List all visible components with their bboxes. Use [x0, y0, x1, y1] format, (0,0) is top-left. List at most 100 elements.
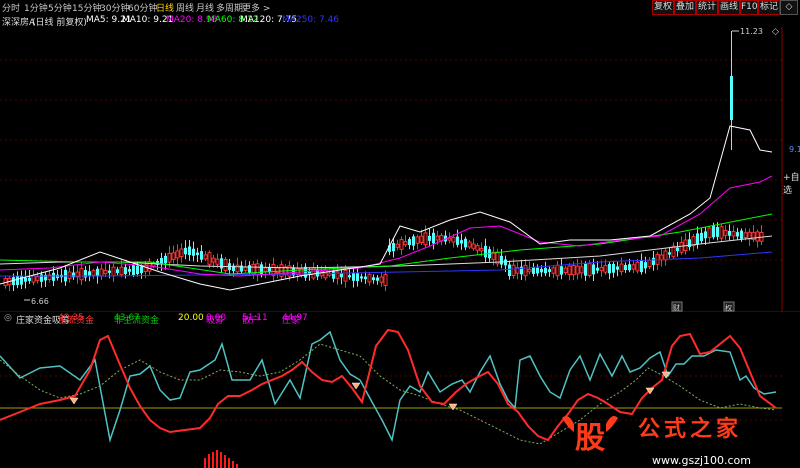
candle-body: [619, 263, 624, 273]
candle-body: [235, 264, 240, 273]
candle-body: [275, 267, 280, 274]
tab-fenshi[interactable]: 分时: [2, 1, 20, 14]
candle-body: [67, 271, 72, 279]
candle-body: [544, 267, 547, 274]
candle-body: [504, 259, 507, 266]
candle-body: [171, 252, 176, 260]
tab-more[interactable]: 更多 >: [242, 1, 270, 14]
candle-body: [260, 264, 263, 275]
fuquan-button[interactable]: 复权: [652, 0, 674, 15]
current-price-label: 9.1: [789, 145, 800, 154]
candle-body: [467, 241, 472, 248]
candle-body: [579, 266, 584, 274]
diamond-icon[interactable]: ◇: [780, 0, 798, 15]
candle-body: [179, 248, 184, 257]
ma-legend: 深深房A (日线 前复权) MA5: 9.21 MA10: 9.21 MA20:…: [0, 15, 800, 28]
candle-body: [392, 243, 395, 252]
candle-body: [592, 264, 595, 275]
candle-body: [536, 267, 539, 274]
candle-body: [175, 250, 180, 259]
tab-weekly[interactable]: 周线: [176, 1, 194, 14]
candle-body: [111, 266, 116, 277]
candle-body: [555, 264, 560, 277]
candle-body: [584, 263, 587, 276]
mark-button[interactable]: 标记: [758, 0, 780, 15]
candle-body: [419, 235, 424, 244]
candle-body: [263, 267, 268, 272]
candle-body: [132, 265, 135, 276]
tab-5min[interactable]: 5分钟: [48, 1, 72, 14]
stats-button[interactable]: 统计: [696, 0, 718, 15]
draw-line-button[interactable]: 画线: [718, 0, 740, 15]
candle-body: [99, 268, 104, 277]
candle-body: [560, 266, 563, 275]
cai-marker[interactable]: 财: [673, 303, 680, 312]
candle-body: [511, 264, 516, 276]
candle-body: [707, 227, 712, 238]
candle-body: [435, 235, 440, 241]
add-self-button[interactable]: +自选: [783, 170, 800, 196]
candle-body: [447, 237, 452, 241]
candle-body: [399, 239, 404, 250]
candlestick-chart[interactable]: 11.23 6.66 9.1 财 权: [0, 27, 800, 312]
candle-body: [575, 265, 580, 275]
f10-button[interactable]: F10: [740, 0, 758, 15]
candle-body: [587, 263, 592, 276]
candle-body: [116, 269, 119, 274]
candle-body: [352, 272, 355, 281]
candle-body: [128, 269, 131, 272]
candle-body: [479, 248, 484, 252]
candle-body: [188, 246, 191, 255]
candle-body: [635, 261, 640, 272]
overlay-button[interactable]: 叠加: [674, 0, 696, 15]
candle-body: [136, 265, 139, 275]
candle-body: [340, 273, 343, 278]
candle-body: [379, 276, 384, 283]
candle-body: [192, 248, 195, 256]
tab-multi-period[interactable]: 多周期: [216, 1, 243, 14]
watermark-glyph: 股: [575, 421, 605, 456]
candle-body: [35, 276, 40, 281]
candle-body: [383, 274, 388, 286]
candle-body: [719, 226, 724, 239]
candle-body: [372, 277, 375, 281]
candle-body: [696, 233, 699, 245]
candle-body: [731, 231, 736, 237]
tab-1min[interactable]: 1分钟: [24, 1, 48, 14]
candle-body: [376, 277, 379, 281]
candle-body: [567, 265, 572, 275]
candle-body: [16, 276, 19, 285]
candle-body: [367, 274, 372, 283]
low-price-label: 6.66: [31, 297, 49, 306]
candle-body: [223, 259, 228, 272]
candle-body: [211, 257, 216, 263]
candle-body: [356, 273, 359, 282]
candle-body: [360, 276, 363, 279]
candle-body: [415, 236, 420, 244]
quan-marker[interactable]: 权: [725, 303, 732, 312]
candle-body: [167, 252, 172, 263]
candle-body: [408, 239, 411, 246]
tab-30min[interactable]: 30分钟: [100, 1, 129, 14]
candle-body: [679, 241, 684, 253]
candle-body: [640, 260, 643, 273]
tab-monthly[interactable]: 月线: [196, 1, 214, 14]
candle-body: [723, 229, 728, 236]
tab-60min[interactable]: 60分钟: [128, 1, 157, 14]
candle-body: [500, 255, 503, 265]
tab-daily[interactable]: 日线: [156, 1, 174, 14]
candle-body: [736, 232, 739, 237]
candle-body: [704, 231, 707, 239]
candle-body: [304, 266, 307, 278]
candle-body: [460, 240, 463, 244]
diamond-icon[interactable]: ◇: [772, 27, 779, 37]
high-price-label: 11.23: [740, 27, 763, 36]
candle-body: [412, 236, 415, 246]
candle-body: [96, 268, 99, 277]
candle-body: [79, 267, 84, 281]
candle-body: [728, 230, 731, 236]
candle-body: [364, 276, 367, 280]
candle-body: [24, 277, 27, 282]
candle-body: [616, 266, 619, 270]
tab-15min[interactable]: 15分钟: [72, 1, 101, 14]
